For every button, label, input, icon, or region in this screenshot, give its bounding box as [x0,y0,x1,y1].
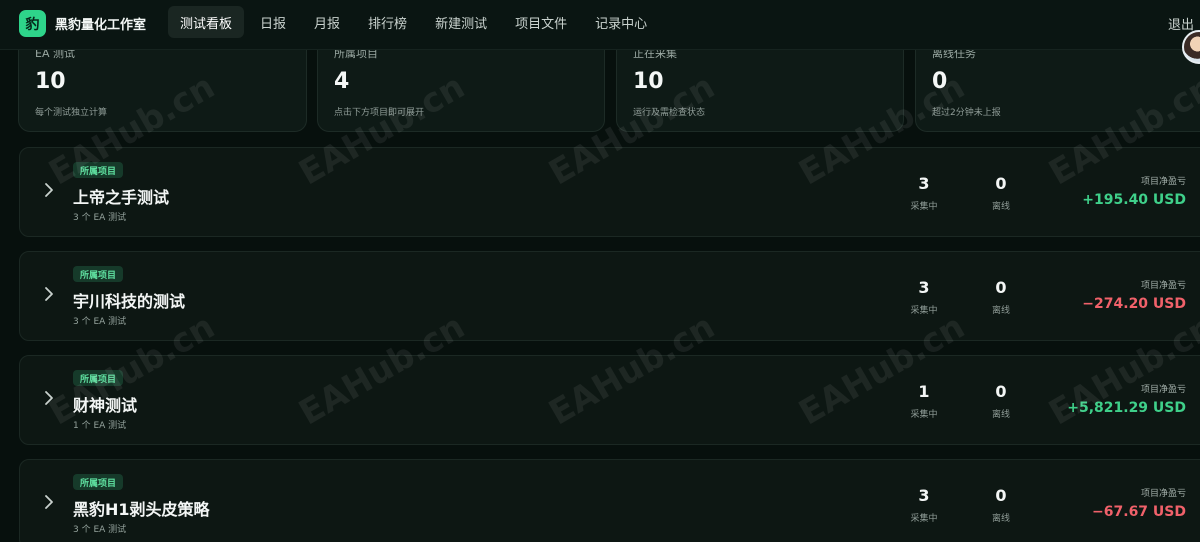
pnl-label: 项目净盈亏 [1140,489,1186,499]
nav-new-test[interactable]: 新建测试 [423,6,499,38]
offline-label: 离线 [991,514,1010,524]
project-name: 宇川科技的测试 [73,292,186,311]
nav-monthly-report[interactable]: 月报 [302,6,352,38]
project-row[interactable]: 所属项目 财神测试 1 个 EA 测试 1 采集中 0 离线 项目净盈亏 +5,… [19,355,1200,445]
pnl-label: 项目净盈亏 [1140,177,1186,187]
nav-leaderboard[interactable]: 排行榜 [356,6,419,38]
offline-label: 离线 [991,410,1010,420]
project-ea-count: 3 个 EA 测试 [73,213,127,223]
offline-metric: 0 离线 [971,174,1031,212]
nav-records[interactable]: 记录中心 [583,6,659,38]
brand-name: 黑豹量化工作室 [55,18,147,33]
nav-daily-report[interactable]: 日报 [248,6,298,38]
project-ea-count: 1 个 EA 测试 [73,421,127,431]
stat-value: 10 [633,69,664,94]
collecting-count: 3 [918,278,930,297]
collecting-label: 采集中 [910,306,938,316]
collecting-count: 3 [918,486,930,505]
collecting-metric: 3 采集中 [894,486,954,524]
offline-label: 离线 [991,202,1010,212]
chevron-right-icon[interactable] [42,180,56,200]
project-badge: 所属项目 [73,474,124,490]
collecting-count: 1 [918,382,930,401]
top-navbar: 豹 黑豹量化工作室 测试看板 日报 月报 排行榜 新建测试 项目文件 记录中心 … [0,0,1200,50]
chevron-right-icon[interactable] [42,388,56,408]
offline-metric: 0 离线 [971,486,1031,524]
offline-label: 离线 [991,306,1010,316]
pnl-value: +5,821.29 USD [1067,400,1186,416]
stat-value: 4 [334,69,350,94]
collecting-metric: 1 采集中 [894,382,954,420]
logout-button[interactable]: 退出 [1168,14,1194,33]
offline-count: 0 [995,382,1007,401]
collecting-label: 采集中 [910,410,938,420]
offline-metric: 0 离线 [971,382,1031,420]
project-name: 上帝之手测试 [73,188,170,207]
stat-value: 0 [932,69,948,94]
offline-count: 0 [995,278,1007,297]
project-name: 黑豹H1剥头皮策略 [73,500,210,519]
stat-value: 10 [35,69,66,94]
collecting-label: 采集中 [910,202,938,212]
nav-project-files[interactable]: 项目文件 [503,6,579,38]
nav-dashboard[interactable]: 测试看板 [168,6,245,38]
pnl-value: −274.20 USD [1082,296,1186,312]
stat-subtext: 运行及需检查状态 [633,108,706,118]
project-ea-count: 3 个 EA 测试 [73,317,127,327]
project-badge: 所属项目 [73,162,124,178]
project-badge: 所属项目 [73,266,124,282]
pnl-label: 项目净盈亏 [1140,281,1186,291]
offline-count: 0 [995,486,1007,505]
collecting-metric: 3 采集中 [894,174,954,212]
project-row[interactable]: 所属项目 上帝之手测试 3 个 EA 测试 3 采集中 0 离线 项目净盈亏 +… [19,147,1200,237]
offline-metric: 0 离线 [971,278,1031,316]
stat-subtext: 点击下方项目即可展开 [334,108,425,118]
offline-count: 0 [995,174,1007,193]
collecting-count: 3 [918,174,930,193]
main-nav: 测试看板 日报 月报 排行榜 新建测试 项目文件 记录中心 [168,6,663,38]
chevron-right-icon[interactable] [42,284,56,304]
stat-subtext: 超过2分钟未上报 [932,108,1001,118]
pnl-label: 项目净盈亏 [1140,385,1186,395]
project-row[interactable]: 所属项目 宇川科技的测试 3 个 EA 测试 3 采集中 0 离线 项目净盈亏 … [19,251,1200,341]
project-row[interactable]: 所属项目 黑豹H1剥头皮策略 3 个 EA 测试 3 采集中 0 离线 项目净盈… [19,459,1200,542]
chevron-right-icon[interactable] [42,492,56,512]
pnl-value: +195.40 USD [1082,192,1186,208]
project-ea-count: 3 个 EA 测试 [73,525,127,535]
project-name: 财神测试 [73,396,138,415]
collecting-label: 采集中 [910,514,938,524]
stat-subtext: 每个测试独立计算 [35,108,108,118]
collecting-metric: 3 采集中 [894,278,954,316]
app-logo[interactable]: 豹 [19,10,46,37]
pnl-value: −67.67 USD [1092,504,1186,520]
project-badge: 所属项目 [73,370,124,386]
